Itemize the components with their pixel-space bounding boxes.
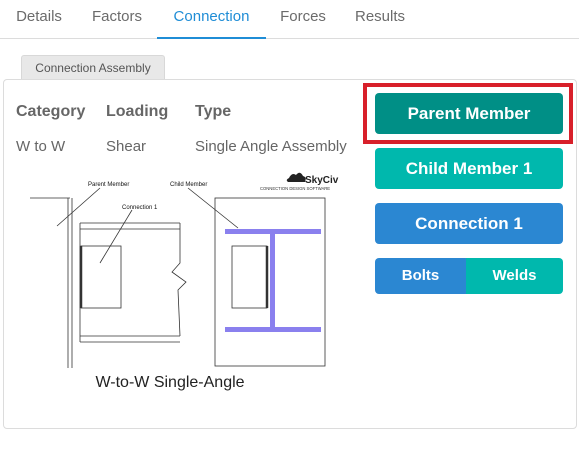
- bolts-button[interactable]: Bolts: [375, 258, 466, 294]
- type-value: Single Angle Assembly: [195, 138, 347, 155]
- svg-text:SkyCiv: SkyCiv: [305, 175, 339, 186]
- loading-label: Loading: [106, 103, 169, 120]
- welds-button[interactable]: Welds: [466, 258, 563, 294]
- connection-callout: Connection 1: [122, 205, 158, 211]
- category-label: Category: [16, 103, 86, 120]
- connection-diagram: Parent Member Child Member Connection 1 …: [30, 172, 339, 368]
- child-member-button[interactable]: Child Member 1: [375, 148, 563, 189]
- parent-member-button[interactable]: Parent Member: [375, 93, 563, 134]
- tab-bar: Details Factors Connection Forces Result…: [0, 0, 579, 39]
- tab-forces[interactable]: Forces: [272, 0, 334, 37]
- category-value: W to W: [16, 138, 66, 155]
- connection-button[interactable]: Connection 1: [375, 203, 563, 244]
- skyciv-logo: SkyCiv CONNECTION DESIGN SOFTWARE: [260, 172, 339, 191]
- tab-details[interactable]: Details: [8, 0, 70, 37]
- parent-member-callout: Parent Member: [88, 182, 129, 188]
- tab-connection[interactable]: Connection: [157, 0, 266, 39]
- tab-results[interactable]: Results: [347, 0, 413, 37]
- tab-connection-assembly[interactable]: Connection Assembly: [21, 55, 165, 79]
- parent-side-view: [30, 197, 187, 368]
- svg-text:CONNECTION DESIGN SOFTWARE: CONNECTION DESIGN SOFTWARE: [260, 186, 330, 191]
- diagram-caption: W-to-W Single-Angle: [95, 374, 245, 391]
- child-member-callout: Child Member: [170, 182, 207, 188]
- type-label: Type: [195, 103, 232, 120]
- loading-value: Shear: [106, 138, 147, 155]
- tab-factors[interactable]: Factors: [84, 0, 150, 37]
